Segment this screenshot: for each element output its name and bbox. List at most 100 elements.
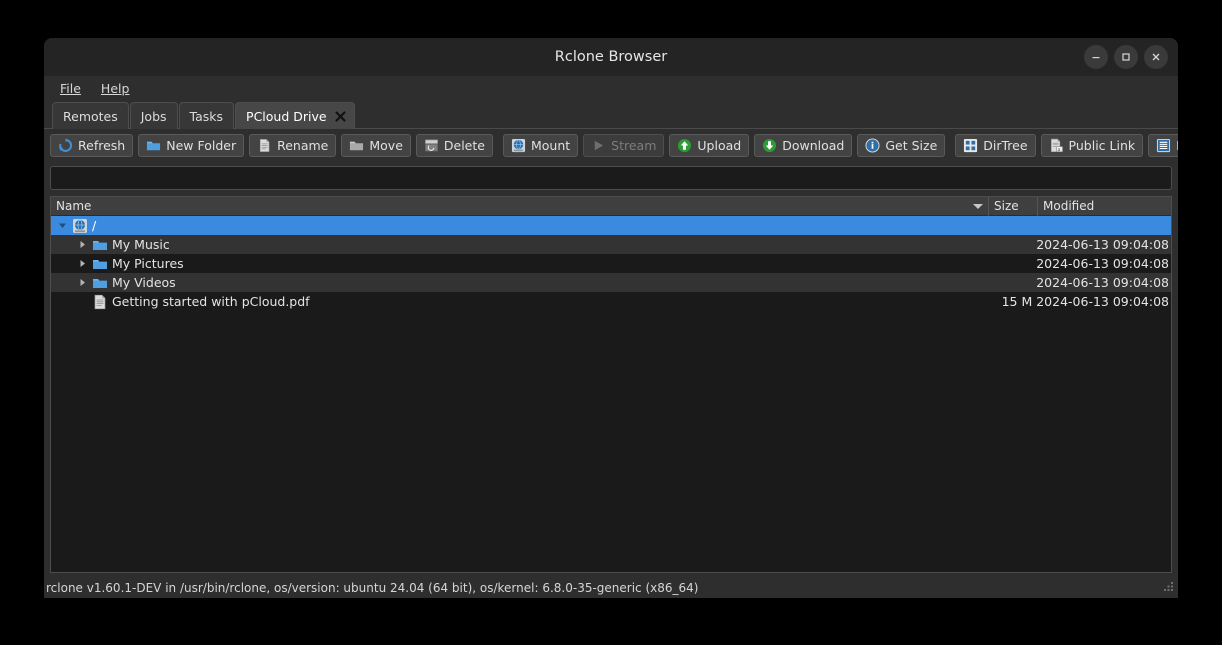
refresh-label: Refresh xyxy=(78,138,125,153)
table-row[interactable]: My Pictures 2024-06-13 09:04:08 xyxy=(51,254,1171,273)
row-name-cell: My Pictures xyxy=(51,254,987,273)
expander-expanded-icon[interactable] xyxy=(57,220,68,231)
row-name-label: My Pictures xyxy=(112,256,184,271)
row-name-label: My Videos xyxy=(112,275,176,290)
file-icon xyxy=(92,294,108,310)
export-icon xyxy=(1156,138,1171,153)
folder-icon xyxy=(92,256,108,272)
minimize-icon xyxy=(1090,51,1102,63)
new-folder-icon xyxy=(146,138,161,153)
status-text: rclone v1.60.1-DEV in /usr/bin/rclone, o… xyxy=(46,581,698,595)
table-row[interactable]: My Music 2024-06-13 09:04:08 xyxy=(51,235,1171,254)
tab-jobs-label: Jobs xyxy=(141,109,167,124)
move-icon xyxy=(349,138,364,153)
expander-collapsed-icon[interactable] xyxy=(77,239,88,250)
resize-grip-icon[interactable] xyxy=(1162,577,1175,596)
get-size-label: Get Size xyxy=(885,138,937,153)
tab-tasks[interactable]: Tasks xyxy=(179,102,235,129)
row-modified-cell: 2024-06-13 09:04:08 xyxy=(1036,275,1171,290)
drive-icon xyxy=(72,218,88,234)
export-button[interactable]: Export xyxy=(1148,134,1178,157)
column-header-name[interactable]: Name xyxy=(51,197,989,216)
sort-descending-icon xyxy=(973,204,983,209)
dirtree-label: DirTree xyxy=(983,138,1027,153)
row-name-label: / xyxy=(92,218,96,233)
tab-close-button[interactable] xyxy=(334,110,347,123)
move-label: Move xyxy=(369,138,403,153)
mount-button[interactable]: Mount xyxy=(503,134,578,157)
public-link-icon: a xyxy=(1049,138,1064,153)
search-row xyxy=(44,162,1178,192)
menubar: File Help xyxy=(44,76,1178,100)
public-link-button[interactable]: a Public Link xyxy=(1041,134,1144,157)
get-size-icon xyxy=(865,138,880,153)
dirtree-button[interactable]: DirTree xyxy=(955,134,1035,157)
table-row[interactable]: / xyxy=(51,216,1171,235)
toolbar: Refresh New Folder Rename xyxy=(44,129,1178,162)
titlebar: Rclone Browser xyxy=(44,38,1178,76)
close-button[interactable] xyxy=(1144,45,1168,69)
row-size-cell: 15 M xyxy=(987,294,1036,309)
get-size-button[interactable]: Get Size xyxy=(857,134,945,157)
dirtree-icon xyxy=(963,138,978,153)
tab-jobs[interactable]: Jobs xyxy=(130,102,178,129)
tab-remotes[interactable]: Remotes xyxy=(52,102,129,129)
menu-help-label: Help xyxy=(101,81,130,96)
row-name-cell: My Music xyxy=(51,235,987,254)
statusbar: rclone v1.60.1-DEV in /usr/bin/rclone, o… xyxy=(44,577,1178,598)
upload-label: Upload xyxy=(697,138,741,153)
public-link-label: Public Link xyxy=(1069,138,1136,153)
maximize-icon xyxy=(1120,51,1132,63)
row-name-label: My Music xyxy=(112,237,170,252)
refresh-button[interactable]: Refresh xyxy=(50,134,133,157)
table-row[interactable]: Getting started with pCloud.pdf 15 M 202… xyxy=(51,292,1171,311)
column-header-modified[interactable]: Modified xyxy=(1038,197,1171,216)
tab-pcloud-drive-label: PCloud Drive xyxy=(246,109,327,124)
menu-file[interactable]: File xyxy=(52,79,89,98)
rename-icon xyxy=(257,138,272,153)
rename-button[interactable]: Rename xyxy=(249,134,336,157)
expander-collapsed-icon[interactable] xyxy=(77,258,88,269)
upload-button[interactable]: Upload xyxy=(669,134,749,157)
stream-button[interactable]: Stream xyxy=(583,134,664,157)
close-icon xyxy=(1150,51,1162,63)
column-header-name-label: Name xyxy=(56,199,91,213)
new-folder-label: New Folder xyxy=(166,138,236,153)
mount-label: Mount xyxy=(531,138,570,153)
folder-icon xyxy=(92,275,108,291)
refresh-icon xyxy=(58,138,73,153)
delete-button[interactable]: Delete xyxy=(416,134,493,157)
tabbar: Remotes Jobs Tasks PCloud Drive xyxy=(44,100,1178,129)
row-modified-cell: 2024-06-13 09:04:08 xyxy=(1036,256,1171,271)
rename-label: Rename xyxy=(277,138,328,153)
menu-file-label: File xyxy=(60,81,81,96)
stream-icon xyxy=(591,138,606,153)
expander-collapsed-icon[interactable] xyxy=(77,277,88,288)
stream-label: Stream xyxy=(611,138,656,153)
delete-label: Delete xyxy=(444,138,485,153)
table-row[interactable]: My Videos 2024-06-13 09:04:08 xyxy=(51,273,1171,292)
column-header-size[interactable]: Size xyxy=(989,197,1038,216)
tab-remotes-label: Remotes xyxy=(63,109,118,124)
tab-pcloud-drive[interactable]: PCloud Drive xyxy=(235,102,355,129)
maximize-button[interactable] xyxy=(1114,45,1138,69)
expander-none xyxy=(77,296,88,307)
minimize-button[interactable] xyxy=(1084,45,1108,69)
delete-icon xyxy=(424,138,439,153)
row-name-label: Getting started with pCloud.pdf xyxy=(112,294,310,309)
window-title: Rclone Browser xyxy=(44,38,1178,76)
download-button[interactable]: Download xyxy=(754,134,852,157)
svg-text:a: a xyxy=(1057,148,1060,153)
window-controls xyxy=(1084,45,1168,69)
file-list-header: Name Size Modified xyxy=(51,197,1171,216)
export-label: Export xyxy=(1176,138,1178,153)
menu-help[interactable]: Help xyxy=(93,79,138,98)
close-icon xyxy=(334,110,347,123)
search-input[interactable] xyxy=(50,166,1172,190)
column-header-modified-label: Modified xyxy=(1043,199,1094,213)
column-header-size-label: Size xyxy=(994,199,1019,213)
new-folder-button[interactable]: New Folder xyxy=(138,134,244,157)
download-icon xyxy=(762,138,777,153)
folder-icon xyxy=(92,237,108,253)
move-button[interactable]: Move xyxy=(341,134,411,157)
